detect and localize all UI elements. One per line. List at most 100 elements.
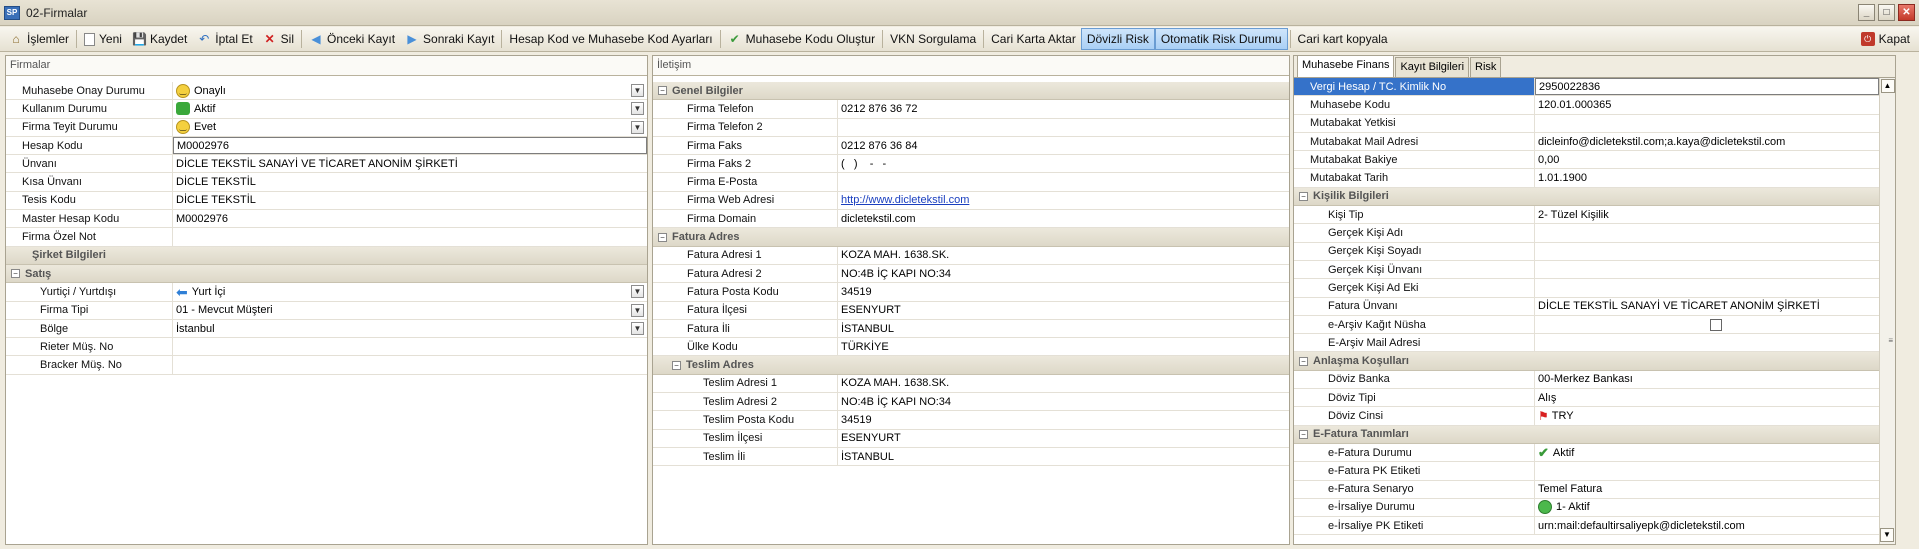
category-delivery-address[interactable]: − Teslim Adres <box>653 356 1289 375</box>
collapse-icon[interactable]: − <box>1299 429 1308 439</box>
islemler-button[interactable]: ⌂ İşlemler <box>4 28 74 50</box>
vkn-query-button[interactable]: VKN Sorgulama <box>885 28 981 50</box>
chevron-down-icon[interactable]: ▼ <box>631 303 644 317</box>
collapse-icon[interactable]: − <box>672 360 681 370</box>
category-agreement-terms[interactable]: − Anlaşma Koşulları <box>1294 352 1879 371</box>
property-row[interactable]: Bracker Müş. No <box>6 356 647 375</box>
delete-button[interactable]: ✕ Sil <box>258 28 299 50</box>
chevron-down-icon[interactable]: ▼ <box>631 102 644 116</box>
property-row[interactable]: Kişi Tip 2- Tüzel Kişilik <box>1294 206 1879 225</box>
property-row[interactable]: Teslim Adresi 1 KOZA MAH. 1638.SK. <box>653 374 1289 394</box>
currency-risk-button[interactable]: Dövizli Risk <box>1080 28 1155 50</box>
property-row[interactable]: E-Arşiv Mail Adresi <box>1294 334 1879 353</box>
property-row[interactable]: Mutabakat Yetkisi <box>1294 114 1879 133</box>
save-button[interactable]: 💾 Kaydet <box>127 28 192 50</box>
chevron-down-icon[interactable]: ▼ <box>631 84 644 97</box>
property-row[interactable]: Firma Teyit Durumu ‿ Evet ▼ <box>6 118 647 137</box>
property-row[interactable]: Bölge İstanbul ▼ <box>6 319 647 339</box>
property-row[interactable]: Yurtiçi / Yurtdışı ⬅ Yurt İçi ▼ <box>6 283 647 302</box>
property-row[interactable]: Döviz Tipi Alış <box>1294 389 1879 408</box>
property-row[interactable]: Teslim Posta Kodu 34519 <box>653 411 1289 430</box>
property-row[interactable]: e-Arşiv Kağıt Nüsha <box>1294 315 1879 335</box>
category-sales[interactable]: − Satış <box>6 264 647 284</box>
property-row[interactable]: Teslim İli İSTANBUL <box>653 447 1289 467</box>
close-button[interactable]: ✕ <box>1898 4 1915 21</box>
paper-copy-checkbox[interactable] <box>1710 318 1722 331</box>
property-row[interactable]: Teslim Adresi 2 NO:4B İÇ KAPI NO:34 <box>653 393 1289 412</box>
property-row[interactable]: Firma E-Posta <box>653 173 1289 192</box>
property-row[interactable]: Firma Telefon 2 <box>653 118 1289 137</box>
copy-account-card-button[interactable]: Cari kart kopyala <box>1293 28 1393 50</box>
scroll-grip-icon[interactable]: ≡ <box>1888 336 1893 345</box>
account-code-input[interactable]: M0002976 <box>173 136 647 155</box>
property-row[interactable]: Fatura Posta Kodu 34519 <box>653 283 1289 302</box>
scroll-down-icon[interactable]: ▼ <box>1880 528 1894 542</box>
collapse-icon[interactable]: − <box>11 269 20 279</box>
property-row[interactable]: Ülke Kodu TÜRKİYE <box>653 338 1289 357</box>
new-button[interactable]: Yeni <box>79 28 127 50</box>
maximize-button[interactable]: □ <box>1878 4 1895 21</box>
property-row[interactable]: e-Fatura Durumu ✔ Aktif <box>1294 443 1879 463</box>
tab-risk[interactable]: Risk <box>1470 57 1502 77</box>
scroll-up-icon[interactable]: ▲ <box>1880 79 1895 93</box>
collapse-icon[interactable]: − <box>1299 356 1308 366</box>
minimize-button[interactable]: _ <box>1858 4 1875 21</box>
property-row[interactable]: Firma Telefon 0212 876 36 72 <box>653 100 1289 119</box>
property-row[interactable]: e-İrsaliye Durumu 1- Aktif <box>1294 498 1879 518</box>
property-row[interactable]: Firma Faks 0212 876 36 84 <box>653 136 1289 156</box>
property-row[interactable]: e-Fatura PK Etiketi <box>1294 462 1879 481</box>
property-row[interactable]: Döviz Banka 00-Merkez Bankası <box>1294 370 1879 390</box>
property-row[interactable]: Firma Web Adresi http://www.dicletekstil.… <box>653 191 1289 211</box>
property-row[interactable]: Muhasebe Onay Durumu ‿ Onaylı ▼ <box>6 82 647 101</box>
account-code-settings-button[interactable]: Hesap Kod ve Muhasebe Kod Ayarları <box>504 28 717 50</box>
cancel-button[interactable]: ↶ İptal Et <box>192 28 257 50</box>
property-row[interactable]: Teslim İlçesi ESENYURT <box>653 429 1289 448</box>
property-row[interactable]: Mutabakat Tarih 1.01.1900 <box>1294 169 1879 188</box>
property-row[interactable]: Firma Faks 2( ) - - <box>653 155 1289 174</box>
property-row[interactable]: Fatura İlçesi ESENYURT <box>653 301 1289 320</box>
category-personal-info[interactable]: − Kişilik Bilgileri <box>1294 187 1879 207</box>
property-row[interactable]: Gerçek Kişi Ad Eki <box>1294 279 1879 298</box>
chevron-down-icon[interactable]: ▼ <box>631 321 644 335</box>
property-row[interactable]: Fatura İli İSTANBUL <box>653 319 1289 339</box>
property-row[interactable]: Mutabakat Bakiye 0,00 <box>1294 151 1879 170</box>
property-row[interactable]: Master Hesap Kodu M0002976 <box>6 210 647 229</box>
category-einvoice-definitions[interactable]: − E-Fatura Tanımları <box>1294 425 1879 444</box>
property-row[interactable]: Firma Domain dicletekstil.com <box>653 210 1289 229</box>
property-row[interactable]: Tesis Kodu DİCLE TEKSTİL <box>6 191 647 211</box>
chevron-down-icon[interactable]: ▼ <box>631 285 644 299</box>
property-row[interactable]: Vergi Hesap / TC. Kimlik No 2950022836 <box>1294 78 1879 97</box>
property-row[interactable]: Gerçek Kişi Adı <box>1294 224 1879 243</box>
property-row[interactable]: Muhasebe Kodu 120.01.000365 <box>1294 96 1879 115</box>
chevron-down-icon[interactable]: ▼ <box>631 120 644 134</box>
vertical-scrollbar[interactable]: ▲ ≡ ▼ <box>1879 78 1895 544</box>
property-row[interactable]: Kullanım Durumu Aktif ▼ <box>6 100 647 119</box>
property-row[interactable]: Firma Özel Not <box>6 228 647 247</box>
website-link[interactable]: http://www.dicletekstil.com <box>841 194 969 206</box>
tab-accounting-finance[interactable]: Muhasebe Finans <box>1297 55 1395 77</box>
property-row[interactable]: Gerçek Kişi Soyadı <box>1294 242 1879 261</box>
close-form-button[interactable]: ⏻ Kapat <box>1856 28 1915 50</box>
automatic-risk-status-button[interactable]: Otomatik Risk Durumu <box>1154 28 1288 50</box>
property-row[interactable]: Döviz Cinsi ⚑ TRY <box>1294 407 1879 426</box>
property-row[interactable]: e-İrsaliye PK Etiketi urn:mail:defaultirs… <box>1294 517 1879 536</box>
property-row[interactable]: Fatura Adresi 1 KOZA MAH. 1638.SK. <box>653 246 1289 265</box>
tab-record-info[interactable]: Kayıt Bilgileri <box>1395 57 1470 77</box>
transfer-to-account-button[interactable]: Cari Karta Aktar <box>986 28 1081 50</box>
property-row[interactable]: Kısa Ünvanı DİCLE TEKSTİL <box>6 173 647 192</box>
property-row[interactable]: Fatura Adresi 2 NO:4B İÇ KAPI NO:34 <box>653 264 1289 284</box>
property-row[interactable]: Hesap Kodu M0002976 <box>6 136 647 156</box>
category-general-info[interactable]: − Genel Bilgiler <box>653 82 1289 101</box>
collapse-icon[interactable]: − <box>658 86 667 96</box>
category-invoice-address[interactable]: − Fatura Adres <box>653 228 1289 247</box>
property-row[interactable]: e-Fatura Senaryo Temel Fatura <box>1294 480 1879 499</box>
tax-number-input[interactable]: 2950022836 <box>1535 78 1879 96</box>
property-row[interactable]: Ünvanı DİCLE TEKSTİL SANAYİ VE TİCARET A… <box>6 155 647 174</box>
property-row[interactable]: Rieter Müş. No <box>6 338 647 357</box>
create-accounting-code-button[interactable]: ✔ Muhasebe Kodu Oluştur <box>723 28 880 50</box>
property-row[interactable]: Fatura Ünvanı DİCLE TEKSTİL SANAYİ VE TİC… <box>1294 297 1879 316</box>
previous-record-button[interactable]: ◀ Önceki Kayıt <box>304 28 400 50</box>
collapse-icon[interactable]: − <box>1299 191 1308 201</box>
next-record-button[interactable]: ▶ Sonraki Kayıt <box>400 28 499 50</box>
property-row[interactable]: Firma Tipi 01 - Mevcut Müşteri ▼ <box>6 301 647 320</box>
